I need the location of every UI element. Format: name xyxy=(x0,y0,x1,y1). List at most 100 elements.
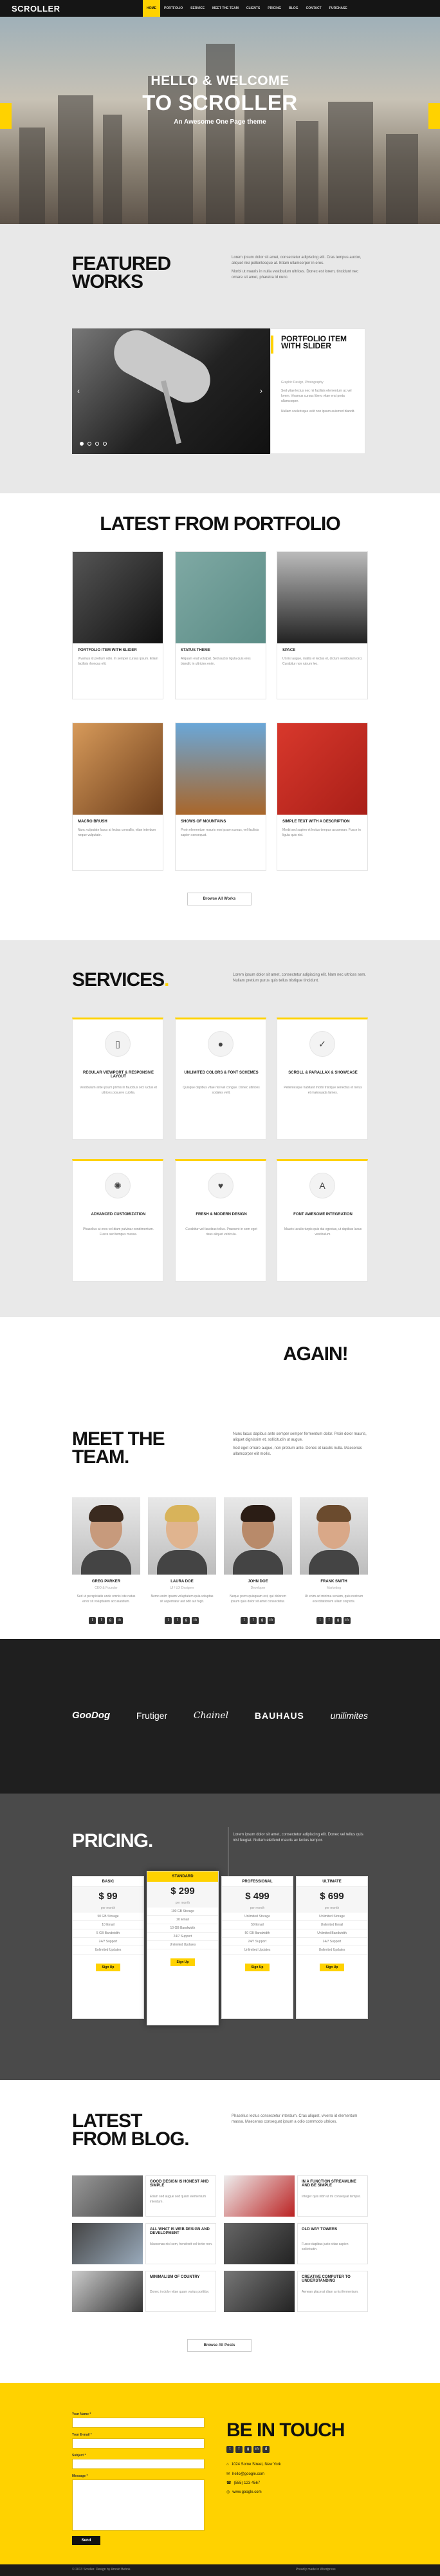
blog-post-card[interactable]: IN A FUNCTION STREAMLINE AND BE SIMPLE In… xyxy=(297,2175,368,2217)
team-title: MEET THE TEAM. xyxy=(72,1430,165,1467)
slider-prev-arrow-icon[interactable]: ‹ xyxy=(77,386,80,395)
blog-post-thumbnail[interactable] xyxy=(224,2175,295,2217)
portfolio-card[interactable]: SPACE Ut nisl augue, mattis et lectus et,… xyxy=(277,551,368,699)
nav-item-meet-the-team[interactable]: Meet the Team xyxy=(208,0,243,17)
client-logo[interactable]: unilimites xyxy=(331,1710,368,1721)
plan-feature: Unlimited Storage xyxy=(222,1913,293,1921)
dribbble-icon[interactable]: d xyxy=(262,2446,270,2453)
google-plus-icon[interactable]: g xyxy=(183,1617,190,1624)
plan-feature: Unlimited Updates xyxy=(73,1946,143,1955)
client-logo[interactable]: BAUHAUS xyxy=(255,1710,304,1721)
linkedin-icon[interactable]: in xyxy=(253,2446,261,2453)
subject-field[interactable] xyxy=(72,2459,205,2469)
team-section: MEET THE TEAM. Nunc lacus dapibus ante s… xyxy=(0,1375,440,1639)
google-plus-icon[interactable]: g xyxy=(107,1617,114,1624)
portfolio-card[interactable]: SHOWS OF MOUNTAINS Proin elementum mauris… xyxy=(175,723,266,871)
contact-email-text[interactable]: hello@google.com xyxy=(232,2472,264,2476)
plan-signup-button[interactable]: Sign Up xyxy=(96,1964,120,1971)
contact-web[interactable]: ◎ www.google.com xyxy=(226,2490,262,2495)
facebook-icon[interactable]: f xyxy=(98,1617,105,1624)
portfolio-thumbnail[interactable] xyxy=(176,552,266,643)
send-button[interactable]: Send xyxy=(72,2536,100,2545)
google-plus-icon[interactable]: g xyxy=(259,1617,266,1624)
nav-item-blog[interactable]: Blog xyxy=(285,0,302,17)
slider-dot[interactable] xyxy=(103,442,107,446)
plan-feature: Unlimited Storage xyxy=(297,1913,367,1921)
nav-item-clients[interactable]: Clients xyxy=(243,0,264,17)
portfolio-thumbnail[interactable] xyxy=(277,552,367,643)
main-nav: Home Portfolio Service Meet the Team Cli… xyxy=(143,0,351,17)
plan-signup-button[interactable]: Sign Up xyxy=(245,1964,270,1971)
portfolio-card-desc: Proin elementum mauris non ipsum cursus,… xyxy=(181,828,259,837)
nav-item-pricing[interactable]: Pricing xyxy=(264,0,285,17)
contact-section: Your Name * Your E-mail * Subject * Mess… xyxy=(0,2383,440,2564)
client-logo[interactable]: Frutiger xyxy=(136,1710,167,1721)
google-plus-icon[interactable]: g xyxy=(335,1617,342,1624)
slider-next-arrow-icon[interactable]: › xyxy=(260,386,262,395)
blog-post-card[interactable]: MINIMALISM OF COUNTRY Donec in dolor vita… xyxy=(145,2271,216,2312)
facebook-icon[interactable]: f xyxy=(250,1617,257,1624)
facebook-icon[interactable]: f xyxy=(235,2446,243,2453)
name-field[interactable] xyxy=(72,2418,205,2428)
blog-post-card[interactable]: ALL WHAT IS WEB DESIGN AND DEVELOPMENT Ma… xyxy=(145,2223,216,2264)
blog-post-thumbnail[interactable] xyxy=(224,2223,295,2264)
team-member-social: t f g in xyxy=(165,1617,199,1624)
blog-post-title[interactable]: GOOD DESIGN IS HONEST AND SIMPLE xyxy=(150,2180,213,2188)
twitter-icon[interactable]: t xyxy=(89,1617,96,1624)
blog-post-title[interactable]: OLD WAY TOWERS xyxy=(302,2228,365,2231)
facebook-icon[interactable]: f xyxy=(325,1617,333,1624)
twitter-icon[interactable]: t xyxy=(241,1617,248,1624)
facebook-icon[interactable]: f xyxy=(174,1617,181,1624)
twitter-icon[interactable]: t xyxy=(316,1617,324,1624)
portfolio-thumbnail[interactable] xyxy=(73,723,163,815)
portfolio-thumbnail[interactable] xyxy=(73,552,163,643)
client-logo[interactable]: Chainel xyxy=(194,1710,228,1721)
linkedin-icon[interactable]: in xyxy=(344,1617,351,1624)
site-logo[interactable]: SCROLLER xyxy=(12,4,60,14)
client-logo[interactable]: GooDog xyxy=(72,1710,110,1721)
browse-works-button[interactable]: Browse All Works xyxy=(187,893,252,905)
blog-post-card[interactable]: CREATIVE COMPUTER TO UNDERSTANDING Aenean… xyxy=(297,2271,368,2312)
browse-posts-button[interactable]: Browse All Posts xyxy=(187,2339,252,2352)
portfolio-card[interactable]: STATUS THEME Aliquam erat volutpat. Sed a… xyxy=(175,551,266,699)
portfolio-thumbnail[interactable] xyxy=(176,723,266,815)
google-plus-icon[interactable]: g xyxy=(244,2446,252,2453)
blog-post-thumbnail[interactable] xyxy=(72,2223,143,2264)
twitter-icon[interactable]: t xyxy=(165,1617,172,1624)
linkedin-icon[interactable]: in xyxy=(192,1617,199,1624)
nav-item-home[interactable]: Home xyxy=(143,0,160,17)
nav-item-service[interactable]: Service xyxy=(187,0,208,17)
blog-post-title[interactable]: IN A FUNCTION STREAMLINE AND BE SIMPLE xyxy=(302,2180,365,2188)
portfolio-thumbnail[interactable] xyxy=(277,723,367,815)
linkedin-icon[interactable]: in xyxy=(268,1617,275,1624)
message-field[interactable] xyxy=(72,2479,205,2531)
blog-post-title[interactable]: MINIMALISM OF COUNTRY xyxy=(150,2275,213,2279)
phone-icon: ☎ xyxy=(226,2481,232,2485)
slider-dot[interactable] xyxy=(80,442,84,446)
featured-slider[interactable]: ‹ › xyxy=(72,322,270,454)
blog-post-title[interactable]: CREATIVE COMPUTER TO UNDERSTANDING xyxy=(302,2275,365,2283)
contact-web-text[interactable]: www.google.com xyxy=(232,2490,261,2494)
blog-post-thumbnail[interactable] xyxy=(224,2271,295,2312)
blog-post-card[interactable]: GOOD DESIGN IS HONEST AND SIMPLE Etiam se… xyxy=(145,2175,216,2217)
linkedin-icon[interactable]: in xyxy=(116,1617,123,1624)
blog-post-title[interactable]: ALL WHAT IS WEB DESIGN AND DEVELOPMENT xyxy=(150,2228,213,2235)
twitter-icon[interactable]: t xyxy=(226,2446,234,2453)
portfolio-card[interactable]: PORTFOLIO ITEM WITH SLIDER Vivamus id pre… xyxy=(72,551,163,699)
slider-dot[interactable] xyxy=(95,442,99,446)
nav-item-portfolio[interactable]: Portfolio xyxy=(160,0,187,17)
blog-post-card[interactable]: OLD WAY TOWERS Fusce dapibus justo vitae … xyxy=(297,2223,368,2264)
plan-signup-button[interactable]: Sign Up xyxy=(320,1964,344,1971)
portfolio-card[interactable]: MACRO BRUSH Nunc vulputate lacus at lectu… xyxy=(72,723,163,871)
contact-email[interactable]: ✉ hello@google.com xyxy=(226,2472,264,2477)
team-member-social: t f g in xyxy=(241,1617,275,1624)
blog-post-thumbnail[interactable] xyxy=(72,2175,143,2217)
blog-post-thumbnail[interactable] xyxy=(72,2271,143,2312)
pricing-intro: Lorem ipsum dolor sit amet, consectetur … xyxy=(233,1833,363,1842)
portfolio-card[interactable]: SIMPLE TEXT WITH A DESCRIPTION Morbi sed … xyxy=(277,723,368,871)
nav-item-contact[interactable]: Contact xyxy=(302,0,325,17)
plan-signup-button[interactable]: Sign Up xyxy=(170,1958,195,1966)
nav-item-purchase[interactable]: Purchase xyxy=(325,0,351,17)
email-field[interactable] xyxy=(72,2438,205,2448)
slider-dot[interactable] xyxy=(87,442,91,446)
